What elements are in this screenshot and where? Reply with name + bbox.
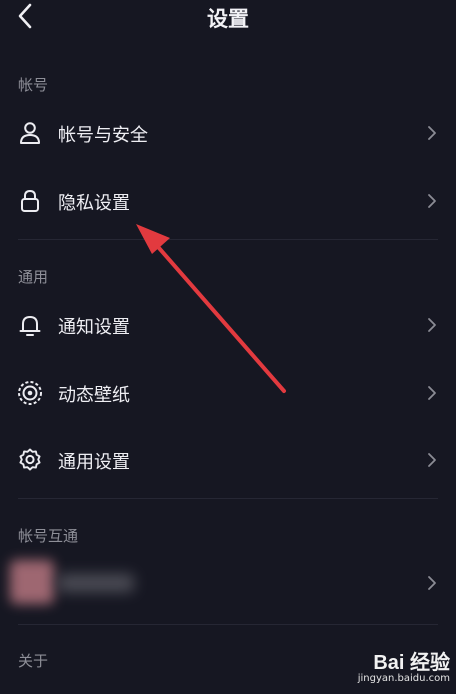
section-header-about: 关于: [18, 652, 49, 670]
section-header-account: 帐号: [18, 76, 49, 94]
chevron-right-icon: [428, 194, 436, 208]
menu-item-label: 隐私设置: [58, 193, 130, 214]
watermark-url: jingyan.baidu.com: [357, 673, 450, 684]
section-header-general: 通用: [18, 268, 49, 286]
chevron-right-icon: [428, 318, 436, 332]
user-icon: [20, 122, 40, 144]
settings-page: 设置 帐号 帐号与安全 隐私设置 通用 通知设置 动态壁纸 通用设置 帐号互通 …: [0, 0, 456, 694]
top-bar: 设置: [0, 0, 456, 34]
blurred-account-name: [58, 574, 134, 592]
menu-item-general-settings[interactable]: 通用设置: [0, 430, 456, 490]
chevron-right-icon: [428, 576, 436, 590]
menu-item-label: 通知设置: [58, 317, 130, 338]
wallpaper-icon: [18, 381, 42, 405]
chevron-right-icon: [428, 453, 436, 467]
page-title: 设置: [207, 7, 249, 31]
section-divider: [18, 624, 438, 625]
section-header-linked-accounts: 帐号互通: [18, 527, 79, 545]
menu-item-label: 帐号与安全: [58, 125, 148, 146]
avatar: [10, 560, 54, 604]
watermark: Bai 经验 jingyan.baidu.com: [324, 646, 450, 692]
section-divider: [18, 498, 438, 499]
menu-item-label: 通用设置: [58, 452, 130, 473]
chevron-right-icon: [428, 386, 436, 400]
lock-icon: [21, 189, 39, 212]
gear-icon: [19, 448, 41, 471]
chevron-right-icon: [428, 126, 436, 140]
section-divider: [18, 239, 438, 240]
menu-item-dynamic-wallpaper[interactable]: 动态壁纸: [0, 363, 456, 423]
bell-icon: [19, 316, 41, 336]
menu-item-label: 动态壁纸: [58, 385, 130, 406]
linked-account-row[interactable]: [0, 553, 456, 613]
watermark-logo: Bai 经验: [373, 652, 450, 674]
menu-item-account-security[interactable]: 帐号与安全: [0, 103, 456, 163]
menu-item-privacy[interactable]: 隐私设置: [0, 171, 456, 231]
menu-item-notifications[interactable]: 通知设置: [0, 295, 456, 355]
